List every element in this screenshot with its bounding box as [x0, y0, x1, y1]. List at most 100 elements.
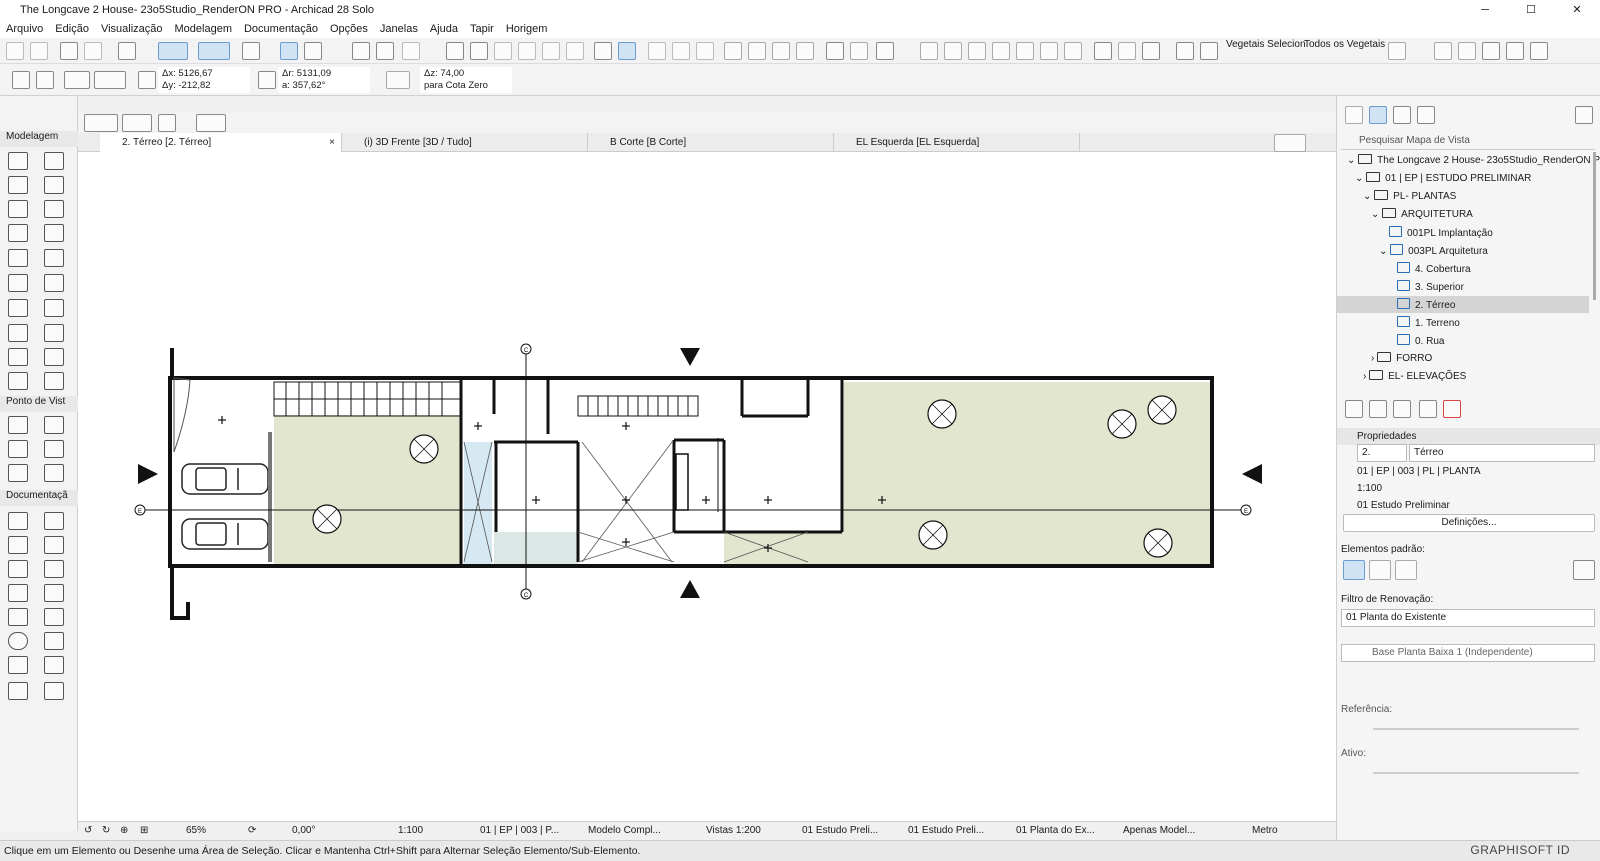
polyline-tool-icon[interactable]: [44, 632, 64, 650]
angle-icon[interactable]: [118, 42, 136, 60]
worksheet-tool-icon[interactable]: [44, 440, 64, 458]
view-angle[interactable]: 0,00°: [292, 825, 315, 836]
pen-set[interactable]: Vistas 1:200: [706, 825, 761, 836]
zoom-fit-icon[interactable]: ⊞: [140, 825, 148, 836]
tree2-icon[interactable]: [1200, 42, 1218, 60]
coord-grid-icon[interactable]: [64, 71, 90, 89]
distribute3-icon[interactable]: [772, 42, 790, 60]
element-options-icon[interactable]: [1573, 560, 1595, 580]
object-tool-icon[interactable]: [44, 299, 64, 317]
document-icon[interactable]: [1530, 42, 1548, 60]
drawing-canvas[interactable]: E E C C: [78, 152, 1336, 821]
window-tool-icon[interactable]: [8, 274, 28, 292]
tree-item-project[interactable]: ⌄ The Longcave 2 House- 23o5Studio_Rende…: [1347, 154, 1600, 166]
layout-book-icon[interactable]: [1393, 106, 1411, 124]
camera-tool-icon[interactable]: [44, 464, 64, 482]
rotate-view-icon[interactable]: ⟳: [248, 825, 256, 836]
model-view-option[interactable]: Modelo Compl...: [588, 825, 661, 836]
tab-b-corte[interactable]: B Corte [B Corte]: [588, 133, 834, 152]
properties-header[interactable]: Propriedades: [1337, 428, 1600, 445]
roof-icon[interactable]: [566, 42, 584, 60]
distribute2-icon[interactable]: [748, 42, 766, 60]
vegetation-icon[interactable]: [1094, 42, 1112, 60]
definicoes-button[interactable]: Definições...: [1343, 514, 1595, 532]
tree-item-forro[interactable]: › FORRO: [1371, 352, 1432, 364]
renovation-filter[interactable]: 01 Planta do Ex...: [1016, 825, 1095, 836]
pointer-icon[interactable]: [196, 114, 226, 132]
tree-icon[interactable]: [1176, 42, 1194, 60]
hand-icon[interactable]: [1482, 42, 1500, 60]
section-tool-icon[interactable]: [8, 416, 28, 434]
align-left-icon[interactable]: [920, 42, 938, 60]
toolbox-section-ponto[interactable]: Ponto de Vist: [0, 396, 78, 412]
publisher-sets-icon[interactable]: [1417, 106, 1435, 124]
skylight-tool-icon[interactable]: [44, 274, 64, 292]
filtro-renovacao-select[interactable]: 01 Planta do Existente: [1341, 609, 1595, 627]
detail-tool-icon[interactable]: [8, 464, 28, 482]
sync2-icon[interactable]: [1458, 42, 1476, 60]
curtain-wall-tool-icon[interactable]: [8, 249, 28, 267]
save-icon[interactable]: [84, 42, 102, 60]
tree-scrollbar[interactable]: [1593, 152, 1596, 300]
align-middle-icon[interactable]: [1016, 42, 1034, 60]
wall-end-tool-icon[interactable]: [44, 372, 64, 390]
tree-item-implantacao[interactable]: 001PL Implantação: [1389, 226, 1493, 239]
pick-icon[interactable]: [470, 42, 488, 60]
stretch-icon[interactable]: [542, 42, 560, 60]
align-center-icon[interactable]: [944, 42, 962, 60]
redo-zoom-icon[interactable]: ↻: [102, 825, 110, 836]
grid-icon[interactable]: [242, 42, 260, 60]
change-tool-icon[interactable]: [44, 584, 64, 602]
new-view-icon[interactable]: [1345, 400, 1363, 418]
partial-structure[interactable]: Apenas Model...: [1123, 825, 1195, 836]
clone-view-icon[interactable]: [1369, 400, 1387, 418]
align-icon[interactable]: [618, 42, 636, 60]
menu-opcoes[interactable]: Opções: [330, 23, 368, 35]
close-button[interactable]: ✕: [1554, 0, 1600, 19]
level-dimension-tool-icon[interactable]: [44, 512, 64, 530]
layer-combination[interactable]: 01 | EP | 003 | P...: [480, 825, 559, 836]
undo-icon[interactable]: [6, 42, 24, 60]
radial-dimension-tool-icon[interactable]: [8, 536, 28, 554]
undo-zoom-icon[interactable]: ↺: [84, 825, 92, 836]
menu-documentacao[interactable]: Documentação: [244, 23, 318, 35]
edit-icon[interactable]: [376, 42, 394, 60]
floor-select-icon[interactable]: [84, 114, 118, 132]
tab-menu-icon[interactable]: [1274, 134, 1306, 152]
tab-3d-frente[interactable]: (i) 3D Frente [3D / Tudo]: [342, 133, 588, 152]
text-tool-icon[interactable]: [8, 560, 28, 578]
graphic-override[interactable]: 01 Estudo Preli...: [908, 825, 984, 836]
menu-horigem[interactable]: Horigem: [506, 23, 548, 35]
vegetation2-icon[interactable]: [1118, 42, 1136, 60]
view-map-search[interactable]: Pesquisar Mapa de Vista: [1341, 132, 1595, 150]
detail-element-icon[interactable]: [1395, 560, 1417, 580]
tree-item-terreno[interactable]: 1. Terreno: [1397, 316, 1460, 329]
dimension-tool-icon[interactable]: [8, 512, 28, 530]
menu-modelagem[interactable]: Modelagem: [175, 23, 232, 35]
interior-elevation-tool-icon[interactable]: [8, 440, 28, 458]
railing-tool-icon[interactable]: [44, 224, 64, 242]
wall-tool-icon[interactable]: [8, 152, 28, 170]
menu-janelas[interactable]: Janelas: [380, 23, 418, 35]
drawing-tool-icon[interactable]: [44, 682, 64, 700]
label-tool-icon[interactable]: [44, 560, 64, 578]
render-icon[interactable]: [876, 42, 894, 60]
redo-icon[interactable]: [30, 42, 48, 60]
magic-wand-icon[interactable]: [304, 42, 322, 60]
tree-item-plantas[interactable]: ⌄ PL- PLANTAS: [1363, 190, 1456, 202]
door-tool-icon[interactable]: [44, 249, 64, 267]
floor-plan-element-icon[interactable]: [1343, 560, 1365, 580]
align-ext-icon[interactable]: [1064, 42, 1082, 60]
layers-icon[interactable]: [352, 42, 370, 60]
minimize-button[interactable]: ─: [1462, 0, 1508, 19]
morph-tool-icon[interactable]: [44, 324, 64, 342]
tree-item-cobertura[interactable]: 4. Cobertura: [1397, 262, 1471, 275]
tab-close-icon[interactable]: ×: [329, 133, 335, 152]
tree-item-elevacoes[interactable]: › EL- ELEVAÇÕES: [1363, 370, 1466, 382]
slope-icon[interactable]: [386, 71, 410, 89]
new-folder-icon[interactable]: [1393, 400, 1411, 418]
toolbox-section-documentacao[interactable]: Documentaçã: [0, 490, 78, 506]
tree-item-arquitetura[interactable]: ⌄ ARQUITETURA: [1371, 208, 1473, 220]
view-map-icon[interactable]: [1369, 106, 1387, 124]
align-bottom-icon[interactable]: [1040, 42, 1058, 60]
